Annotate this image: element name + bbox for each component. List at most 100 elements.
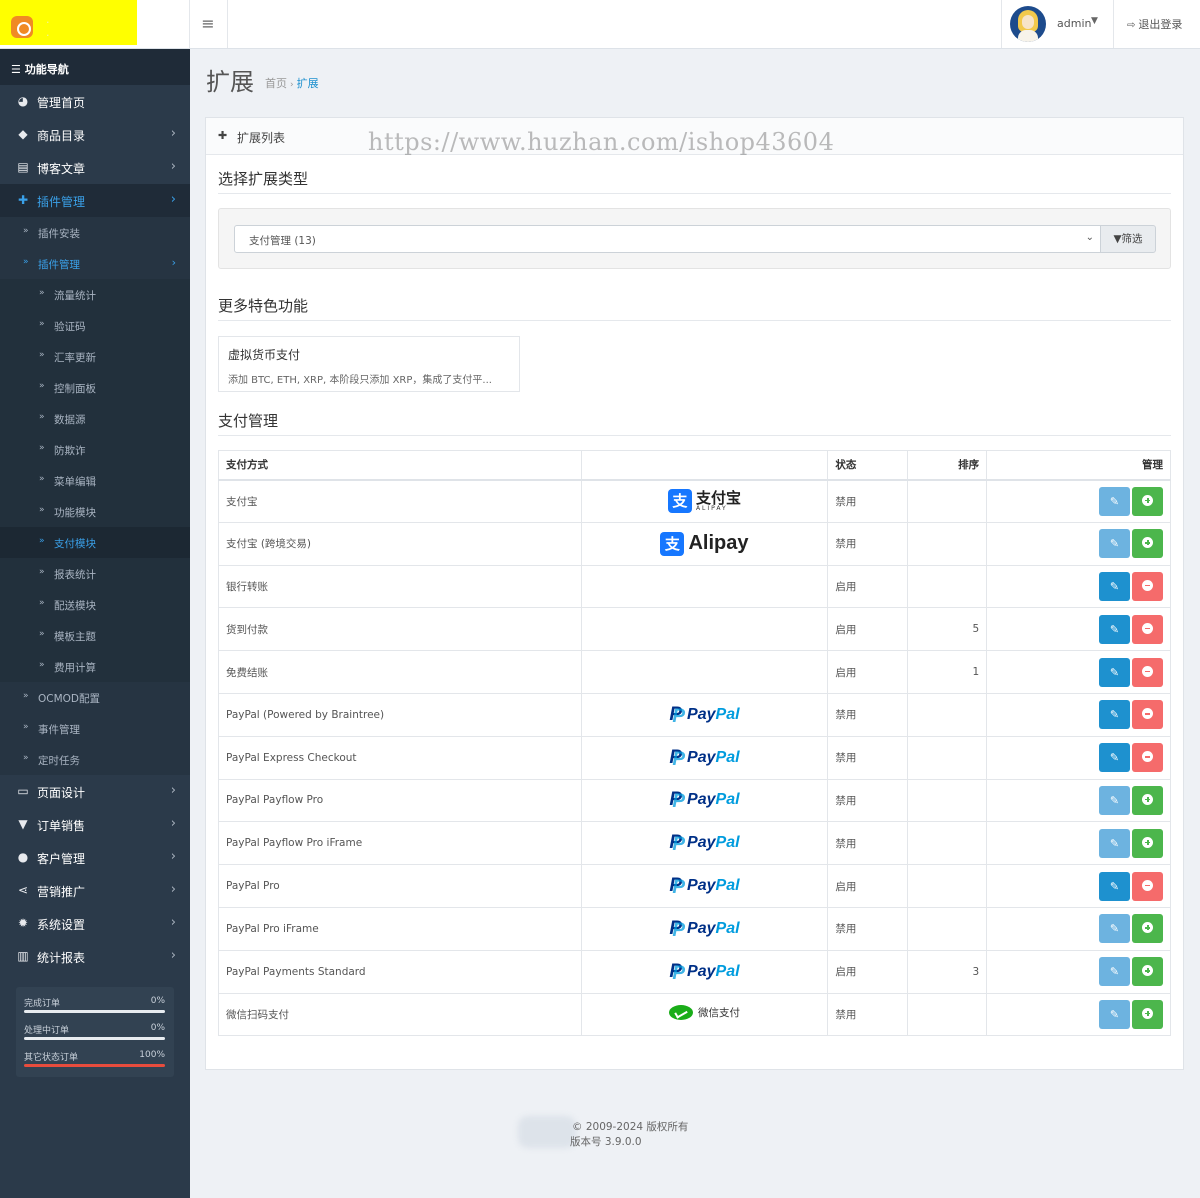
chevron-right-icon: ›: [170, 915, 176, 930]
edit-button[interactable]: ✎: [1099, 957, 1130, 987]
plus-circle-icon: [1142, 537, 1153, 549]
uninstall-button[interactable]: [1132, 700, 1163, 730]
edit-button[interactable]: ✎: [1099, 828, 1130, 858]
sidebar-item-catalog[interactable]: ◆ 商品目录 ›: [0, 118, 190, 151]
payment-actions: ✎: [986, 906, 1171, 951]
payment-status: 禁用: [827, 906, 909, 951]
sidebar-item-system[interactable]: ✹ 系统设置 ›: [0, 907, 190, 940]
payment-name: PayPal Pro iFrame: [218, 906, 582, 951]
stat-complete: 完成订单 0%: [24, 996, 165, 1013]
pencil-icon: ✎: [1109, 836, 1120, 850]
logout-button[interactable]: ⇨ 退出登录: [1127, 16, 1182, 32]
table-row: 支付宝 支支付宝 ALIPAY 禁用 ✎: [218, 479, 1171, 523]
extension-type-select[interactable]: 支付管理 (13) ⌄: [234, 225, 1101, 253]
sidebar-subitem-currency[interactable]: » 汇率更新: [0, 341, 190, 372]
paypal-logo: PPayPal: [669, 704, 739, 728]
sidebar-subitem-events[interactable]: » 事件管理: [0, 713, 190, 744]
sidebar-item-blog[interactable]: ▤ 博客文章 ›: [0, 151, 190, 184]
breadcrumb-current[interactable]: 扩展: [297, 77, 319, 90]
install-button[interactable]: [1132, 957, 1163, 987]
plus-circle-icon: [1142, 965, 1153, 977]
sidebar-subitem-fraud[interactable]: » 防欺诈: [0, 434, 190, 465]
edit-button[interactable]: ✎: [1099, 529, 1130, 559]
payment-status: 启用: [827, 949, 909, 994]
edit-button[interactable]: ✎: [1099, 657, 1130, 687]
sidebar-item-customers[interactable]: ● 客户管理 ›: [0, 841, 190, 874]
payment-actions: ✎: [986, 778, 1171, 823]
sidebar-subitem-feed[interactable]: » 数据源: [0, 403, 190, 434]
sidebar-item-marketing[interactable]: ⋖ 营销推广 ›: [0, 874, 190, 907]
user-name[interactable]: admin: [1057, 17, 1091, 30]
edit-button[interactable]: ✎: [1099, 486, 1130, 516]
sidebar-subitem-payment[interactable]: » 支付模块: [0, 527, 190, 558]
payment-name: 微信扫码支付: [218, 992, 582, 1037]
install-button[interactable]: [1132, 785, 1163, 815]
logo[interactable]: · ·: [0, 0, 137, 45]
filter-button[interactable]: ▼筛选: [1100, 225, 1156, 253]
desktop-icon: ▭: [17, 784, 29, 798]
payment-actions: ✎: [986, 607, 1171, 652]
minus-circle-icon: [1142, 579, 1153, 591]
payment-actions: ✎: [986, 992, 1171, 1037]
edit-button[interactable]: ✎: [1099, 743, 1130, 773]
payment-status: 禁用: [827, 692, 909, 737]
alipay-global-logo: 支 Alipay: [660, 531, 748, 556]
edit-button[interactable]: ✎: [1099, 700, 1130, 730]
sidebar-subitem-shipping[interactable]: » 配送模块: [0, 589, 190, 620]
sidebar-item-dashboard[interactable]: ◕ 管理首页: [0, 85, 190, 118]
col-method[interactable]: 支付方式: [218, 450, 582, 481]
install-button[interactable]: [1132, 529, 1163, 559]
edit-button[interactable]: ✎: [1099, 871, 1130, 901]
col-status[interactable]: 状态: [827, 450, 909, 481]
uninstall-button[interactable]: [1132, 743, 1163, 773]
sidebar-subitem-report[interactable]: » 报表统计: [0, 558, 190, 589]
table-row: PayPal Pro iFrame PPayPal 禁用 ✎: [218, 906, 1171, 951]
stat-other: 其它状态订单 100%: [24, 1050, 165, 1067]
minus-circle-icon: [1142, 622, 1153, 634]
sidebar-subitem-module[interactable]: » 功能模块: [0, 496, 190, 527]
sidebar-item-sales[interactable]: ▼ 订单销售 ›: [0, 808, 190, 841]
menu-toggle-icon[interactable]: ≡: [200, 14, 216, 34]
avatar[interactable]: [1010, 6, 1046, 42]
sidebar-subitem-analytics[interactable]: » 流量统计: [0, 279, 190, 310]
sidebar-subitem-extensions[interactable]: » 插件管理 ›: [0, 248, 190, 279]
edit-button[interactable]: ✎: [1099, 999, 1130, 1029]
payment-status: 启用: [827, 864, 909, 908]
breadcrumb-home[interactable]: 首页: [265, 77, 287, 90]
sidebar-subitem-dashboard[interactable]: » 控制面板: [0, 372, 190, 403]
sidebar-subitem-menu[interactable]: » 菜单编辑: [0, 465, 190, 496]
edit-button[interactable]: ✎: [1099, 614, 1130, 644]
header-divider: [1113, 0, 1114, 48]
breadcrumb: 首页 › 扩展: [265, 77, 319, 90]
sidebar-subitem-captcha[interactable]: » 验证码: [0, 310, 190, 341]
paypal-logo: PPayPal: [669, 789, 739, 813]
sidebar-item-reports[interactable]: ▥ 统计报表 ›: [0, 940, 190, 973]
install-button[interactable]: [1132, 828, 1163, 858]
sidebar-subitem-installer[interactable]: » 插件安装: [0, 217, 190, 248]
payment-sort: [907, 564, 988, 609]
install-button[interactable]: [1132, 999, 1163, 1029]
sidebar-item-design[interactable]: ▭ 页面设计 ›: [0, 775, 190, 808]
uninstall-button[interactable]: [1132, 657, 1163, 687]
uninstall-button[interactable]: [1132, 614, 1163, 644]
table-header-row: 支付方式 状态 排序 管理: [218, 450, 1171, 481]
sidebar-item-extensions[interactable]: ✚ 插件管理 ›: [0, 184, 190, 217]
chevron-down-icon: ⌄: [1085, 232, 1094, 243]
edit-button[interactable]: ✎: [1099, 914, 1130, 944]
paypal-logo: PPayPal: [669, 961, 739, 985]
feature-card-crypto[interactable]: 虚拟货币支付 添加 BTC, ETH, XRP, 本阶段只添加 XRP，集成了支…: [218, 336, 520, 392]
sidebar-subitem-cron[interactable]: » 定时任务: [0, 744, 190, 775]
caret-down-icon[interactable]: ▼: [1091, 16, 1098, 26]
install-button[interactable]: [1132, 486, 1163, 516]
col-sort[interactable]: 排序: [907, 450, 988, 481]
edit-button[interactable]: ✎: [1099, 571, 1130, 601]
uninstall-button[interactable]: [1132, 571, 1163, 601]
sidebar-subitem-total[interactable]: » 费用计算: [0, 651, 190, 682]
table-row: PayPal (Powered by Braintree) PPayPal 禁用 ✎: [218, 692, 1171, 737]
install-button[interactable]: [1132, 914, 1163, 944]
features-section-title: 更多特色功能: [218, 297, 309, 315]
sidebar-subitem-ocmod[interactable]: » OCMOD配置: [0, 682, 190, 713]
edit-button[interactable]: ✎: [1099, 785, 1130, 815]
uninstall-button[interactable]: [1132, 871, 1163, 901]
sidebar-subitem-theme[interactable]: » 模板主题: [0, 620, 190, 651]
